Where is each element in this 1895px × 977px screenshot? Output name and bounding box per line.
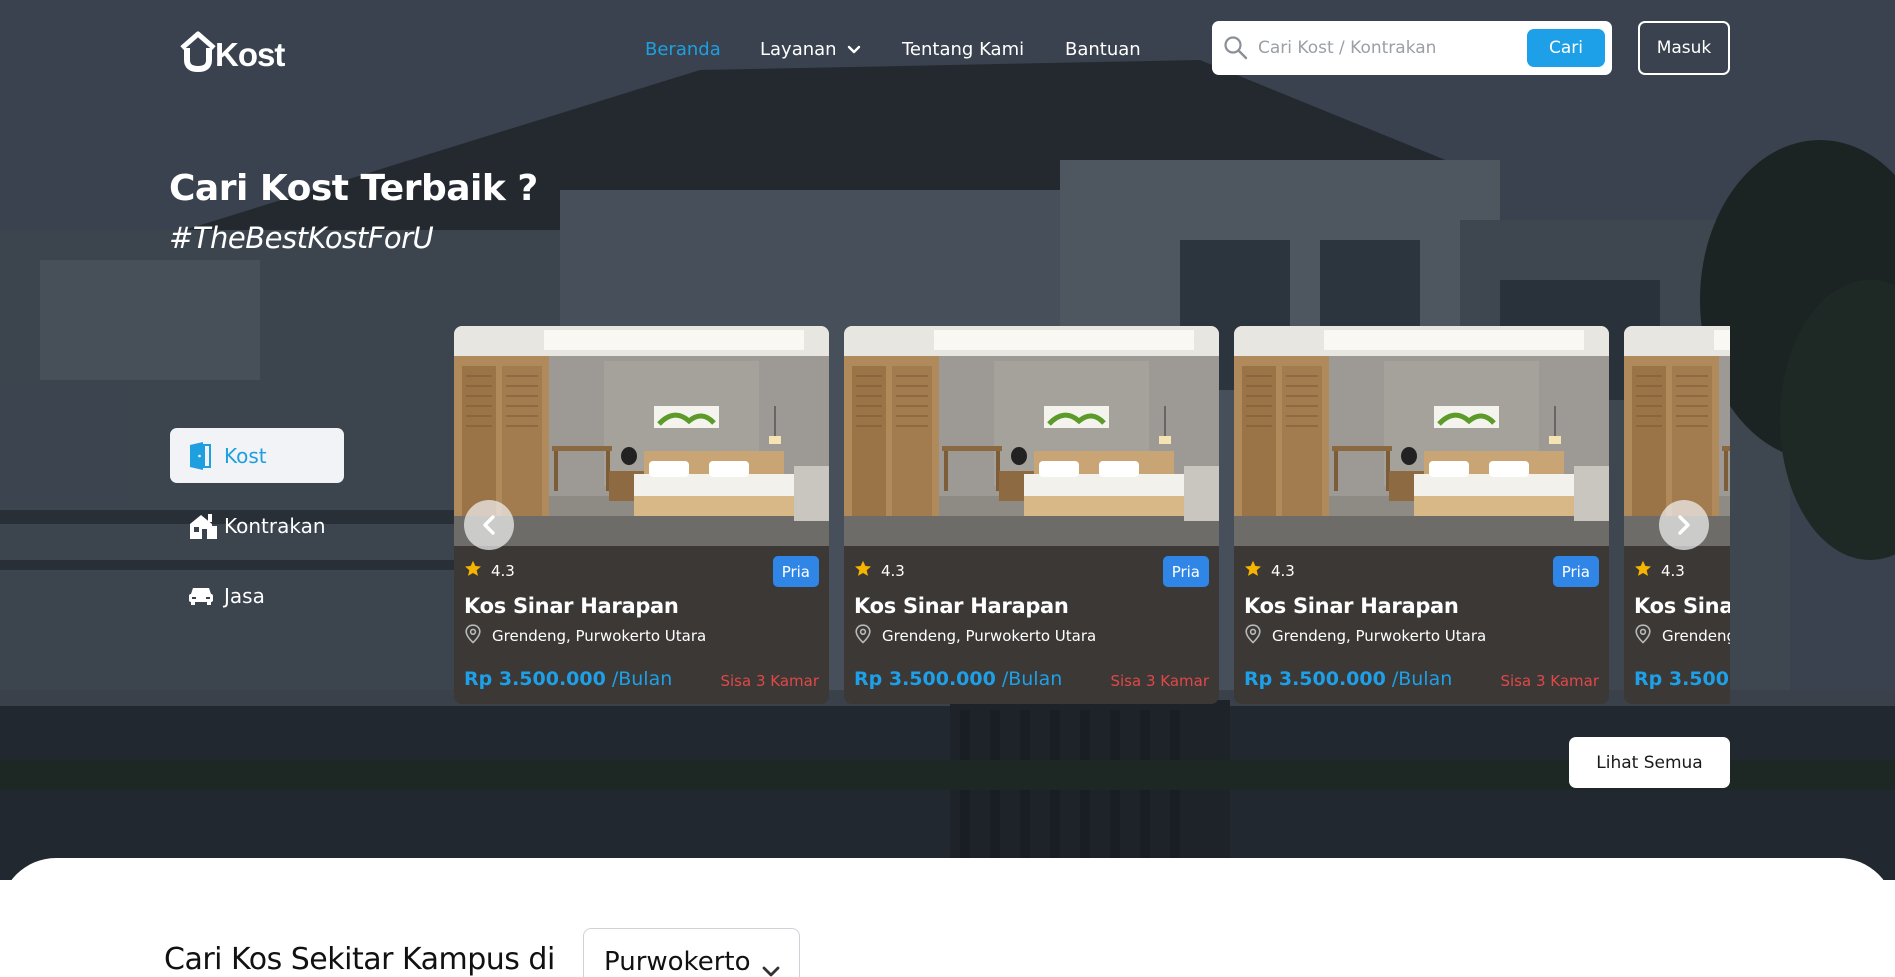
chevron-down-icon bbox=[847, 39, 861, 60]
see-all-button[interactable]: Lihat Semua bbox=[1569, 737, 1730, 788]
gender-badge: Pria bbox=[772, 556, 819, 587]
listing-rating-value: 4.3 bbox=[491, 561, 515, 580]
listing-price: Rp 3.500.000/Bulan bbox=[1244, 668, 1452, 690]
login-button[interactable]: Masuk bbox=[1638, 21, 1730, 75]
chevron-left-icon bbox=[483, 515, 495, 535]
listing-remaining-rooms: Sisa 3 Kamar bbox=[720, 672, 819, 690]
listing-name: Kos Sinar Harapan bbox=[464, 594, 679, 618]
category-jasa[interactable]: Jasa bbox=[170, 568, 344, 623]
carousel-prev-button[interactable] bbox=[464, 500, 514, 550]
listing-price: Rp 3.500.000/Bulan bbox=[854, 668, 1062, 690]
nav-link-tentang-kami[interactable]: Tentang Kami bbox=[902, 36, 1024, 62]
listing-photo bbox=[844, 326, 1219, 546]
listing-rating: 4.3 bbox=[464, 560, 515, 581]
listing-price: Rp 3.500.000/Bulan bbox=[1634, 668, 1730, 690]
city-select[interactable]: Purwokerto bbox=[583, 928, 800, 977]
star-icon bbox=[1634, 560, 1652, 581]
listing-location: Grendeng, Purwokerto Utara bbox=[1244, 624, 1486, 648]
listing-location: Grendeng, Purwokerto Utara bbox=[854, 624, 1096, 648]
listing-price-period: /Bulan bbox=[1391, 668, 1453, 690]
door-icon bbox=[188, 441, 218, 471]
listing-price-amount: Rp 3.500.000 bbox=[1244, 668, 1386, 690]
house-icon bbox=[188, 512, 218, 540]
star-icon bbox=[464, 560, 482, 581]
category-kontrakan[interactable]: Kontrakan bbox=[170, 498, 344, 553]
campus-section-title: Cari Kos Sekitar Kampus di bbox=[164, 942, 555, 977]
nav-link-layanan-label: Layanan bbox=[760, 38, 837, 60]
listing-remaining-rooms: Sisa 3 Kamar bbox=[1500, 672, 1599, 690]
gender-badge: Pria bbox=[1552, 556, 1599, 587]
listing-rating: 4.3 bbox=[854, 560, 905, 581]
listing-name: Kos Sinar Harapan bbox=[854, 594, 1069, 618]
listing-location-text: Grendeng, Purwokerto Utara bbox=[1272, 627, 1487, 645]
listing-rating-value: 4.3 bbox=[1271, 561, 1295, 580]
listing-carousel: 4.3 Pria Kos Sinar Harapan Grendeng, Pur… bbox=[454, 326, 1730, 706]
location-pin-icon bbox=[1634, 624, 1652, 648]
listing-card[interactable]: 4.3 Pria Kos Sinar Harapan Grendeng, Pur… bbox=[844, 326, 1219, 704]
listing-location: Grendeng, Purwokerto Utara bbox=[1634, 624, 1730, 648]
nav-link-bantuan[interactable]: Bantuan bbox=[1065, 36, 1141, 62]
listing-photo bbox=[1234, 326, 1609, 546]
listing-rating: 4.3 bbox=[1634, 560, 1685, 581]
listing-rating: 4.3 bbox=[1244, 560, 1295, 581]
brand-name: Kost bbox=[215, 36, 285, 73]
carousel-next-button[interactable] bbox=[1659, 500, 1709, 550]
listing-location-text: Grendeng, Purwokerto Utara bbox=[882, 627, 1097, 645]
listing-rating-value: 4.3 bbox=[1661, 561, 1685, 580]
chevron-down-icon bbox=[761, 955, 781, 977]
search-button[interactable]: Cari bbox=[1527, 29, 1605, 67]
category-kost[interactable]: Kost bbox=[170, 428, 344, 483]
category-jasa-label: Jasa bbox=[224, 583, 265, 608]
city-select-value: Purwokerto bbox=[604, 947, 751, 977]
listing-rating-value: 4.3 bbox=[881, 561, 905, 580]
nav-link-layanan[interactable]: Layanan bbox=[760, 36, 861, 62]
listing-price-period: /Bulan bbox=[1001, 668, 1063, 690]
category-kontrakan-label: Kontrakan bbox=[224, 513, 326, 538]
listing-price-amount: Rp 3.500.000 bbox=[464, 668, 606, 690]
location-pin-icon bbox=[1244, 624, 1262, 648]
search-input[interactable] bbox=[1258, 33, 1498, 63]
listing-card[interactable]: 4.3 Pria Kos Sinar Harapan Grendeng, Pur… bbox=[1234, 326, 1609, 704]
location-pin-icon bbox=[854, 624, 872, 648]
listing-price: Rp 3.500.000/Bulan bbox=[464, 668, 672, 690]
brand-logo[interactable]: Kost bbox=[179, 27, 285, 73]
listing-location: Grendeng, Purwokerto Utara bbox=[464, 624, 706, 648]
location-pin-icon bbox=[464, 624, 482, 648]
listing-price-amount: Rp 3.500.000 bbox=[1634, 668, 1730, 690]
star-icon bbox=[1244, 560, 1262, 581]
chevron-right-icon bbox=[1678, 515, 1690, 535]
truck-icon bbox=[188, 585, 218, 607]
gender-badge: Pria bbox=[1162, 556, 1209, 587]
listing-name: Kos Sinar Harapan bbox=[1244, 594, 1459, 618]
listing-location-text: Grendeng, Purwokerto Utara bbox=[492, 627, 707, 645]
category-kost-label: Kost bbox=[224, 443, 267, 468]
listing-name: Kos Sinar Harapan bbox=[1634, 594, 1730, 618]
search-icon bbox=[1223, 35, 1249, 65]
listing-remaining-rooms: Sisa 3 Kamar bbox=[1110, 672, 1209, 690]
search-bar: Cari bbox=[1212, 21, 1612, 75]
nav-link-beranda[interactable]: Beranda bbox=[645, 36, 721, 62]
listing-location-text: Grendeng, Purwokerto Utara bbox=[1662, 627, 1730, 645]
hero-tagline: #TheBestKostForU bbox=[169, 221, 434, 255]
house-logo-icon bbox=[180, 31, 216, 73]
star-icon bbox=[854, 560, 872, 581]
listing-price-period: /Bulan bbox=[611, 668, 673, 690]
listing-price-amount: Rp 3.500.000 bbox=[854, 668, 996, 690]
hero-title: Cari Kost Terbaik ? bbox=[169, 168, 538, 209]
